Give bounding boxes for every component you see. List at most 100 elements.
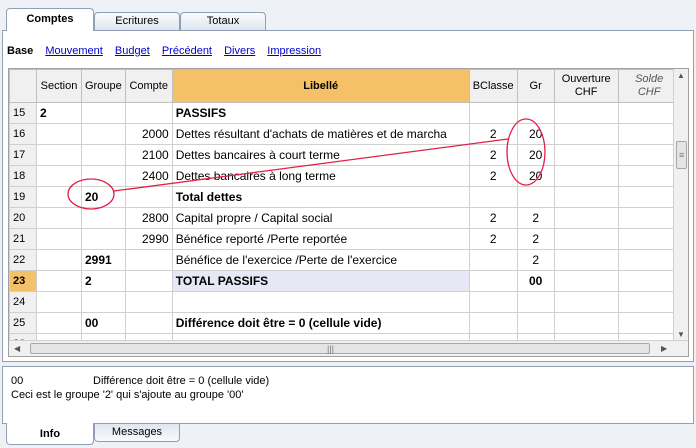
cell-gr[interactable] bbox=[516, 186, 555, 208]
cell-compte[interactable] bbox=[124, 102, 173, 124]
cell-bclasse[interactable] bbox=[468, 291, 518, 313]
column-header-gr[interactable]: Gr bbox=[516, 69, 555, 103]
cell-section[interactable] bbox=[36, 207, 82, 229]
column-header-bclasse[interactable]: BClasse bbox=[468, 69, 518, 103]
table-row[interactable]: 20 2800 Capital propre / Capital social 2 2 bbox=[9, 207, 681, 229]
cell-groupe[interactable] bbox=[81, 123, 126, 145]
view-mouvement[interactable]: Mouvement bbox=[45, 45, 102, 57]
cell-libelle[interactable]: Différence doit être = 0 (cellule vide) bbox=[171, 312, 470, 334]
view-budget[interactable]: Budget bbox=[115, 45, 150, 57]
cell-ouverture[interactable] bbox=[553, 291, 619, 313]
cell-libelle[interactable]: Dettes bancaires à long terme bbox=[171, 165, 470, 187]
horizontal-scroll-thumb[interactable]: ||| bbox=[30, 343, 650, 354]
scroll-left-arrow-icon[interactable]: ◀ bbox=[14, 344, 20, 353]
cell-bclasse[interactable]: 2 bbox=[468, 123, 518, 145]
cell-libelle[interactable]: TOTAL PASSIFS bbox=[171, 270, 470, 292]
cell-groupe[interactable] bbox=[81, 102, 126, 124]
column-header-section[interactable]: Section bbox=[36, 69, 82, 103]
cell-compte[interactable] bbox=[124, 186, 173, 208]
table-row[interactable]: 22 2991 Bénéfice de l'exercice /Perte de l… bbox=[9, 249, 681, 271]
cell-compte[interactable]: 2400 bbox=[124, 165, 173, 187]
table-row[interactable]: 23 2 TOTAL PASSIFS 00 bbox=[9, 270, 681, 292]
cell-ouverture[interactable] bbox=[553, 165, 619, 187]
cell-solde[interactable] bbox=[617, 186, 681, 208]
column-header-groupe[interactable]: Groupe bbox=[81, 69, 126, 103]
cell-bclasse[interactable] bbox=[468, 102, 518, 124]
cell-solde[interactable] bbox=[617, 207, 681, 229]
cell-libelle[interactable]: Total dettes bbox=[171, 186, 470, 208]
cell-gr[interactable]: 2 bbox=[516, 228, 555, 250]
cell-compte[interactable]: 2800 bbox=[124, 207, 173, 229]
column-header-compte[interactable]: Compte bbox=[124, 69, 173, 103]
cell-solde[interactable] bbox=[617, 270, 681, 292]
vertical-scroll-thumb[interactable]: ≡ bbox=[676, 141, 687, 169]
cell-section[interactable] bbox=[36, 270, 82, 292]
cell-compte[interactable] bbox=[124, 270, 173, 292]
cell-ouverture[interactable] bbox=[553, 270, 619, 292]
cell-gr[interactable]: 20 bbox=[516, 123, 555, 145]
tab-messages[interactable]: Messages bbox=[94, 424, 180, 442]
tab-ecritures[interactable]: Ecritures bbox=[94, 12, 180, 30]
table-row[interactable]: 21 2990 Bénéfice reporté /Perte reportée 2 2 bbox=[9, 228, 681, 250]
cell-solde[interactable] bbox=[617, 228, 681, 250]
cell-section[interactable] bbox=[36, 291, 82, 313]
cell-section[interactable] bbox=[36, 165, 82, 187]
cell-bclasse[interactable] bbox=[468, 270, 518, 292]
view-precedent[interactable]: Précédent bbox=[162, 45, 212, 57]
cell-groupe[interactable]: 00 bbox=[81, 312, 126, 334]
cell-bclasse[interactable]: 2 bbox=[468, 228, 518, 250]
view-impression[interactable]: Impression bbox=[267, 45, 321, 57]
cell-libelle[interactable]: Bénéfice de l'exercice /Perte de l'exerc… bbox=[171, 249, 470, 271]
cell-compte[interactable] bbox=[124, 249, 173, 271]
cell-bclasse[interactable] bbox=[468, 249, 518, 271]
vertical-scrollbar[interactable]: ▲ ≡ ▼ bbox=[673, 69, 688, 341]
cell-bclasse[interactable] bbox=[468, 186, 518, 208]
cell-section[interactable] bbox=[36, 228, 82, 250]
cell-gr[interactable]: 2 bbox=[516, 249, 555, 271]
cell-section[interactable]: 2 bbox=[36, 102, 82, 124]
view-base[interactable]: Base bbox=[7, 45, 33, 57]
cell-bclasse[interactable]: 2 bbox=[468, 144, 518, 166]
tab-totaux[interactable]: Totaux bbox=[180, 12, 266, 30]
horizontal-scrollbar[interactable]: ◀ ||| ▶ bbox=[9, 340, 688, 356]
cell-section[interactable] bbox=[36, 249, 82, 271]
cell-solde[interactable] bbox=[617, 249, 681, 271]
cell-solde[interactable] bbox=[617, 102, 681, 124]
cell-ouverture[interactable] bbox=[553, 228, 619, 250]
cell-gr[interactable] bbox=[516, 291, 555, 313]
column-header-solde[interactable]: Solde CHF bbox=[617, 69, 681, 103]
cell-groupe[interactable]: 2991 bbox=[81, 249, 126, 271]
cell-ouverture[interactable] bbox=[553, 123, 619, 145]
cell-compte[interactable] bbox=[124, 312, 173, 334]
cell-gr[interactable]: 2 bbox=[516, 207, 555, 229]
cell-groupe[interactable] bbox=[81, 291, 126, 313]
table-row[interactable]: 24 bbox=[9, 291, 681, 313]
table-row[interactable]: 18 2400 Dettes bancaires à long terme 2 20 bbox=[9, 165, 681, 187]
cell-solde[interactable] bbox=[617, 312, 681, 334]
column-header-libelle[interactable]: Libellé bbox=[171, 69, 470, 103]
cell-bclasse[interactable] bbox=[468, 312, 518, 334]
row-number-header[interactable] bbox=[9, 69, 37, 103]
cell-compte[interactable] bbox=[124, 291, 173, 313]
scroll-up-arrow-icon[interactable]: ▲ bbox=[677, 71, 685, 80]
scroll-right-arrow-icon[interactable]: ▶ bbox=[661, 344, 667, 353]
cell-gr[interactable]: 20 bbox=[516, 144, 555, 166]
cell-libelle[interactable]: Dettes bancaires à court terme bbox=[171, 144, 470, 166]
table-row[interactable]: 17 2100 Dettes bancaires à court terme 2 20 bbox=[9, 144, 681, 166]
cell-ouverture[interactable] bbox=[553, 186, 619, 208]
cell-solde[interactable] bbox=[617, 123, 681, 145]
cell-gr[interactable] bbox=[516, 102, 555, 124]
cell-solde[interactable] bbox=[617, 291, 681, 313]
cell-ouverture[interactable] bbox=[553, 249, 619, 271]
cell-groupe[interactable] bbox=[81, 228, 126, 250]
cell-libelle[interactable]: Capital propre / Capital social bbox=[171, 207, 470, 229]
cell-groupe[interactable]: 20 bbox=[81, 186, 126, 208]
cell-ouverture[interactable] bbox=[553, 102, 619, 124]
table-row[interactable]: 19 20 Total dettes bbox=[9, 186, 681, 208]
cell-section[interactable] bbox=[36, 312, 82, 334]
cell-libelle[interactable] bbox=[171, 291, 470, 313]
cell-gr[interactable]: 00 bbox=[516, 270, 555, 292]
scroll-down-arrow-icon[interactable]: ▼ bbox=[677, 330, 685, 339]
cell-compte[interactable]: 2990 bbox=[124, 228, 173, 250]
column-header-ouverture[interactable]: Ouverture CHF bbox=[553, 69, 619, 103]
